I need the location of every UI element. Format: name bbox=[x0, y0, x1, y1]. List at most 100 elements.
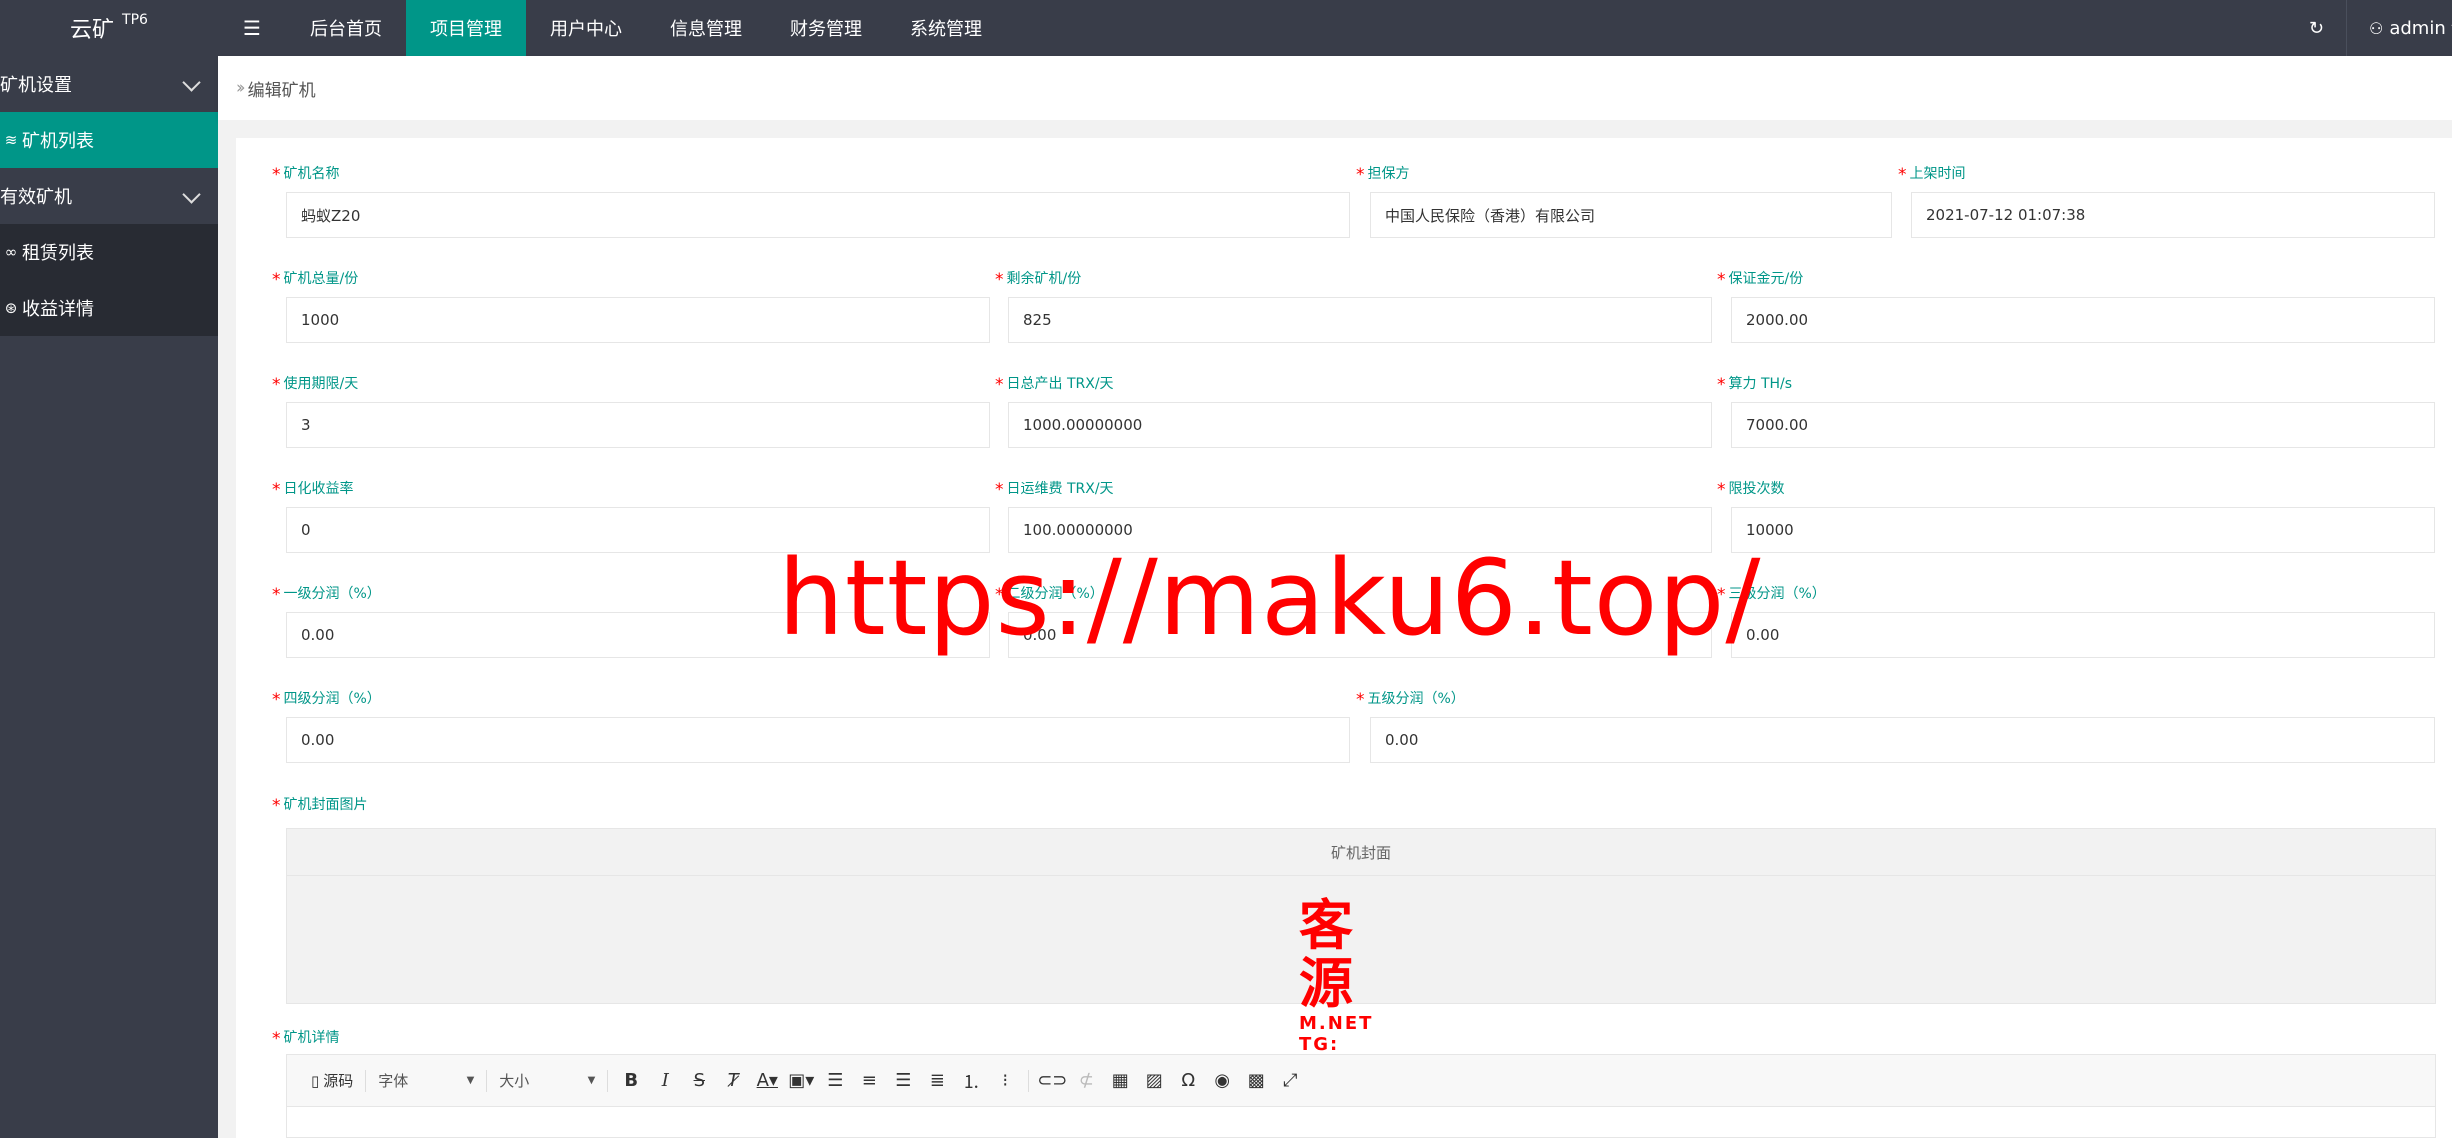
miner-name-input[interactable]: 蚂蚁Z20 bbox=[286, 192, 1350, 238]
font-family-select[interactable]: 字体 ▼ bbox=[372, 1066, 480, 1096]
tab-dashboard[interactable]: 后台首页 bbox=[286, 0, 406, 56]
ordered-list-icon[interactable]: ⒈ bbox=[954, 1066, 988, 1096]
field-label: * 一级分润（%） bbox=[272, 583, 381, 605]
top-navbar: ☰ 后台首页 项目管理 用户中心 信息管理 财务管理 系统管理 ↻ ⚇ admi… bbox=[218, 0, 2452, 56]
tab-project-management[interactable]: 项目管理 bbox=[406, 0, 526, 56]
level3-share-input[interactable]: 0.00 bbox=[1731, 612, 2435, 658]
tab-user-center[interactable]: 用户中心 bbox=[526, 0, 646, 56]
link-icon: ∞ bbox=[4, 243, 18, 261]
sidebar-submenu-active-miners: ∞ 租赁列表 ⊛ 收益详情 bbox=[0, 224, 218, 336]
toolbar-divider bbox=[1028, 1069, 1030, 1092]
required-mark: * bbox=[995, 480, 1004, 500]
app-logo-version: TP6 bbox=[122, 12, 148, 28]
source-button-label: 源码 bbox=[323, 1072, 354, 1090]
deposit-input[interactable]: 2000.00 bbox=[1731, 297, 2435, 343]
link-icon[interactable]: ⊂⊃ bbox=[1035, 1066, 1069, 1096]
refresh-icon: ↻ bbox=[2308, 17, 2324, 39]
sidebar-item-active-miners[interactable]: 有效矿机 bbox=[0, 168, 218, 224]
align-justify-icon[interactable]: ≣ bbox=[920, 1066, 954, 1096]
sidebar-item-miner-list[interactable]: ≋ 矿机列表 bbox=[0, 112, 218, 168]
user-menu[interactable]: ⚇ admin ^ bbox=[2346, 0, 2452, 56]
top-nav-right: ↻ ⚇ admin ^ bbox=[2287, 0, 2452, 56]
guarantor-input[interactable]: 中国人民保险（香港）有限公司 bbox=[1370, 192, 1892, 238]
required-mark: * bbox=[272, 270, 281, 290]
tab-finance-management[interactable]: 财务管理 bbox=[766, 0, 886, 56]
sidebar-item-label: 有效矿机 bbox=[0, 187, 72, 208]
sidebar-item-label: 矿机设置 bbox=[0, 75, 72, 96]
toolbar-divider bbox=[607, 1069, 609, 1092]
emoji-icon[interactable]: ◉ bbox=[1205, 1066, 1239, 1096]
remaining-input[interactable]: 825 bbox=[1008, 297, 1712, 343]
field-label-text: 使用期限/天 bbox=[283, 376, 359, 392]
field-label: * 保证金元/份 bbox=[1717, 268, 1803, 290]
qrcode-icon[interactable]: ▩ bbox=[1239, 1066, 1273, 1096]
refresh-button[interactable]: ↻ bbox=[2287, 0, 2346, 56]
layers-icon: ≋ bbox=[4, 131, 18, 149]
period-input[interactable]: 3 bbox=[286, 402, 990, 448]
table-icon[interactable]: ▦ bbox=[1103, 1066, 1137, 1096]
required-mark: * bbox=[272, 480, 281, 500]
field-label: * 限投次数 bbox=[1717, 478, 1785, 500]
field-label: * 矿机封面图片 bbox=[272, 794, 368, 816]
special-char-icon[interactable]: Ω bbox=[1171, 1066, 1205, 1096]
unordered-list-icon[interactable]: ⁝ bbox=[988, 1066, 1022, 1096]
chevron-down-icon bbox=[182, 185, 201, 204]
font-size-select[interactable]: 大小 ▼ bbox=[493, 1066, 601, 1096]
username: admin bbox=[2389, 17, 2446, 39]
source-button[interactable]: ▯ 源码 bbox=[305, 1066, 359, 1096]
listed-time-input[interactable]: 2021-07-12 01:07:38 bbox=[1911, 192, 2435, 238]
background-color-icon[interactable]: ▣▾ bbox=[784, 1066, 818, 1096]
italic-icon[interactable]: I bbox=[648, 1066, 682, 1096]
rich-text-editor: ▯ 源码 字体 ▼ 大小 ▼ B I S T̷ A▾ ▣▾ ☰ ≡ ☰ ≣ ⒈ ⁝ ⊂… bbox=[286, 1054, 2436, 1138]
sidebar-item-rental-list[interactable]: ∞ 租赁列表 bbox=[0, 224, 218, 280]
tab-info-management[interactable]: 信息管理 bbox=[646, 0, 766, 56]
strikethrough-icon[interactable]: S bbox=[682, 1066, 716, 1096]
limit-input[interactable]: 10000 bbox=[1731, 507, 2435, 553]
field-label-text: 担保方 bbox=[1367, 166, 1410, 182]
watermark-text: https://maku6.top/ bbox=[778, 537, 1762, 659]
field-label-text: 日运维费 TRX/天 bbox=[1006, 481, 1114, 497]
bold-icon[interactable]: B bbox=[614, 1066, 648, 1096]
page-title: 编辑矿机 bbox=[247, 80, 316, 101]
daily-output-input[interactable]: 1000.00000000 bbox=[1008, 402, 1712, 448]
font-color-icon[interactable]: A▾ bbox=[750, 1066, 784, 1096]
user-icon: ⚇ bbox=[2369, 18, 2384, 38]
level4-share-input[interactable]: 0.00 bbox=[286, 717, 1350, 763]
top-nav-tabs: ☰ 后台首页 项目管理 用户中心 信息管理 财务管理 系统管理 bbox=[218, 0, 1006, 56]
field-label: * 算力 TH/s bbox=[1717, 373, 1792, 395]
required-mark: * bbox=[272, 1029, 281, 1049]
sidebar-submenu-miner-settings: ≋ 矿机列表 bbox=[0, 112, 218, 168]
sidebar-item-label: 收益详情 bbox=[22, 299, 94, 320]
required-mark: * bbox=[272, 165, 281, 185]
sidebar-item-earnings-detail[interactable]: ⊛ 收益详情 bbox=[0, 280, 218, 336]
app-logo[interactable]: 云矿 TP6 bbox=[0, 0, 218, 56]
field-label: * 矿机名称 bbox=[272, 163, 340, 185]
clear-format-icon[interactable]: T̷ bbox=[716, 1066, 750, 1096]
field-label-text: 五级分润（%） bbox=[1367, 691, 1465, 707]
menu-toggle-button[interactable]: ☰ bbox=[218, 0, 286, 56]
field-label-text: 剩余矿机/份 bbox=[1006, 271, 1082, 287]
cover-image-upload[interactable]: 矿机封面 客 源 M.NET TG: bbox=[286, 828, 2436, 1056]
align-right-icon[interactable]: ☰ bbox=[886, 1066, 920, 1096]
sidebar-item-miner-settings[interactable]: 矿机设置 bbox=[0, 56, 218, 112]
field-label: * 日总产出 TRX/天 bbox=[995, 373, 1114, 395]
align-center-icon[interactable]: ≡ bbox=[852, 1066, 886, 1096]
image-icon[interactable]: ▨ bbox=[1137, 1066, 1171, 1096]
tab-system-management[interactable]: 系统管理 bbox=[886, 0, 1006, 56]
font-family-label: 字体 bbox=[378, 1072, 409, 1090]
fullscreen-icon[interactable]: ⤢ bbox=[1273, 1066, 1307, 1096]
cover-image-preview: 客 源 M.NET TG: bbox=[1299, 897, 1409, 1056]
font-size-label: 大小 bbox=[499, 1072, 530, 1090]
unlink-icon[interactable]: ⊄ bbox=[1069, 1066, 1103, 1096]
level5-share-input[interactable]: 0.00 bbox=[1370, 717, 2435, 763]
required-mark: * bbox=[1717, 375, 1726, 395]
total-input[interactable]: 1000 bbox=[286, 297, 990, 343]
caret-down-icon: ▼ bbox=[587, 1075, 596, 1086]
sidebar: 云矿 TP6 矿机设置 ≋ 矿机列表 有效矿机 ∞ 租赁列表 ⊛ 收益详情 bbox=[0, 0, 218, 1138]
field-label-text: 日化收益率 bbox=[283, 481, 354, 497]
cover-image-text: 客 源 bbox=[1299, 894, 1363, 1015]
hashrate-input[interactable]: 7000.00 bbox=[1731, 402, 2435, 448]
field-label: * 日运维费 TRX/天 bbox=[995, 478, 1114, 500]
toolbar-divider bbox=[486, 1069, 488, 1092]
align-left-icon[interactable]: ☰ bbox=[818, 1066, 852, 1096]
